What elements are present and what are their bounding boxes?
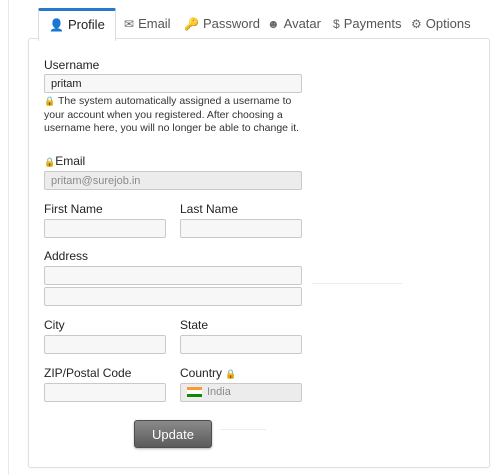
zip-input[interactable] xyxy=(44,383,166,402)
key-icon: 🔑 xyxy=(184,17,199,31)
tab-label: Profile xyxy=(67,17,105,32)
divider xyxy=(312,283,402,284)
last-name-input[interactable] xyxy=(180,219,302,238)
email-input xyxy=(44,171,302,190)
country-value: India xyxy=(207,386,231,398)
username-hint-text: The system automatically assigned a user… xyxy=(44,95,300,134)
user-icon: 👤 xyxy=(49,18,64,32)
dollar-icon: $ xyxy=(333,17,340,31)
address-line2-input[interactable] xyxy=(44,287,302,306)
first-name-input[interactable] xyxy=(44,219,166,238)
tab-label: Avatar xyxy=(283,16,321,31)
divider xyxy=(220,429,266,430)
username-input[interactable] xyxy=(44,74,302,93)
email-label: Email xyxy=(55,154,86,168)
last-name-label: Last Name xyxy=(180,202,239,216)
username-hint: 🔒 The system automatically assigned a us… xyxy=(44,95,314,136)
tab-profile[interactable]: 👤 Profile xyxy=(38,8,116,41)
username-label: Username xyxy=(44,58,100,72)
tab-options[interactable]: ⚙ Options xyxy=(411,10,471,38)
tab-avatar[interactable]: ☻ Avatar xyxy=(267,10,321,38)
page-left-border xyxy=(8,0,9,475)
lock-icon: 🔒 xyxy=(44,96,56,106)
lock-icon: 🔒 xyxy=(44,157,56,167)
avatar-icon: ☻ xyxy=(267,17,280,31)
country-label-row: Country 🔒 xyxy=(180,366,237,380)
tab-email[interactable]: ✉ Email xyxy=(124,10,171,38)
envelope-icon: ✉ xyxy=(124,17,135,31)
gear-icon: ⚙ xyxy=(411,17,422,31)
country-label: Country xyxy=(180,366,223,380)
update-button[interactable]: Update xyxy=(134,420,212,448)
zip-label: ZIP/Postal Code xyxy=(44,366,132,380)
tab-label: Options xyxy=(425,16,471,31)
tab-label: Email xyxy=(138,16,171,31)
email-label-row: 🔒Email xyxy=(44,154,85,168)
address-label: Address xyxy=(44,249,89,263)
address-line1-input[interactable] xyxy=(44,266,302,285)
first-name-label: First Name xyxy=(44,202,103,216)
tab-label: Password xyxy=(202,16,261,31)
state-input[interactable] xyxy=(180,335,302,354)
tab-payments[interactable]: $ Payments xyxy=(333,10,402,38)
lock-icon: 🔒 xyxy=(225,369,237,379)
country-select: India xyxy=(180,383,302,402)
india-flag-icon xyxy=(187,387,202,398)
city-label: City xyxy=(44,318,65,332)
tab-label: Payments xyxy=(343,16,402,31)
city-input[interactable] xyxy=(44,335,166,354)
state-label: State xyxy=(180,318,209,332)
tab-password[interactable]: 🔑 Password xyxy=(184,10,260,38)
